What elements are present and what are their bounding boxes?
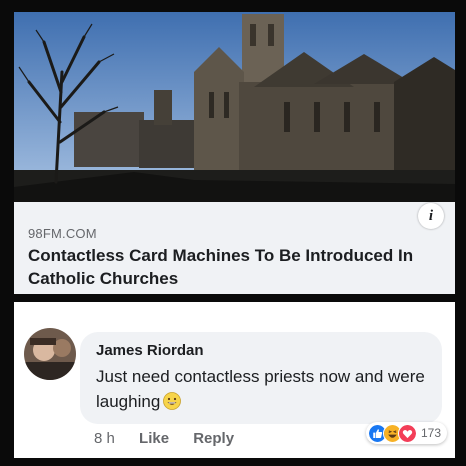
reaction-count: 173 (421, 426, 442, 440)
comment-author[interactable]: James Riordan (96, 342, 204, 359)
comment-section: James Riordan Just need contactless prie… (14, 302, 455, 458)
like-button[interactable]: Like (139, 430, 169, 447)
reaction-summary[interactable]: 173 (366, 422, 448, 444)
link-preview-card[interactable]: i 98FM.COM Contactless Card Machines To … (14, 12, 455, 294)
link-meta: 98FM.COM Contactless Card Machines To Be… (28, 226, 443, 290)
comment-body: Just need contactless priests now and we… (96, 367, 425, 411)
link-title[interactable]: Contactless Card Machines To Be Introduc… (28, 244, 443, 290)
reply-button[interactable]: Reply (193, 430, 234, 447)
comment-time[interactable]: 8 h (94, 430, 115, 447)
comment-bubble: James Riordan Just need contactless prie… (80, 332, 442, 424)
cathedral-photo (14, 12, 455, 202)
link-domain: 98FM.COM (28, 226, 97, 241)
comment-text: Just need contactless priests now and we… (96, 364, 426, 414)
love-reaction-icon (398, 423, 417, 443)
avatar[interactable] (24, 328, 76, 380)
comment-actions: 8 h Like Reply (94, 430, 254, 447)
grinning-face-icon (163, 392, 182, 410)
